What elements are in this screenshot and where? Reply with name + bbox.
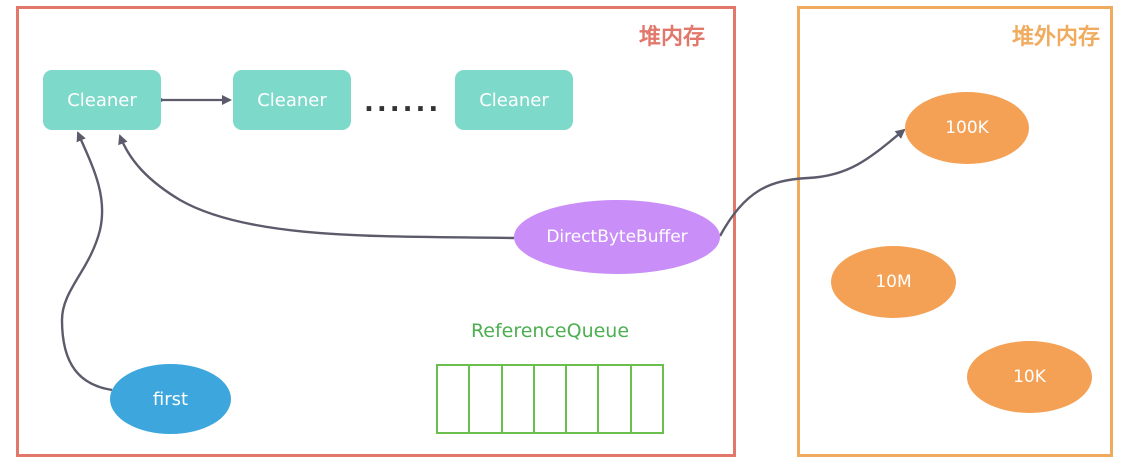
buffer-to-offheap-arrow <box>718 128 906 237</box>
offheap-block: 10M <box>831 246 956 318</box>
cleaner-node: Cleaner <box>43 70 161 130</box>
reference-queue-slot <box>503 366 535 432</box>
cleaner-node: Cleaner <box>233 70 351 130</box>
ellipsis: ...... <box>364 88 442 118</box>
first-to-cleaner-arrow <box>60 131 113 392</box>
offheap-block: 100K <box>905 92 1029 164</box>
reference-queue-slot <box>535 366 568 432</box>
offheap-block: 10K <box>967 341 1092 413</box>
reference-queue-slot <box>632 366 662 432</box>
reference-queue-slot <box>599 366 632 432</box>
reference-queue-slot <box>470 366 503 432</box>
reference-queue-slot <box>438 366 471 432</box>
cleaner-node: Cleaner <box>455 70 573 130</box>
buffer-to-cleaner-arrow <box>118 134 515 240</box>
reference-queue <box>436 364 664 434</box>
first-node: first <box>110 364 231 434</box>
direct-byte-buffer-node: DirectByteBuffer <box>514 200 720 274</box>
reference-queue-slot <box>567 366 600 432</box>
reference-queue-label: ReferenceQueue <box>470 320 630 342</box>
